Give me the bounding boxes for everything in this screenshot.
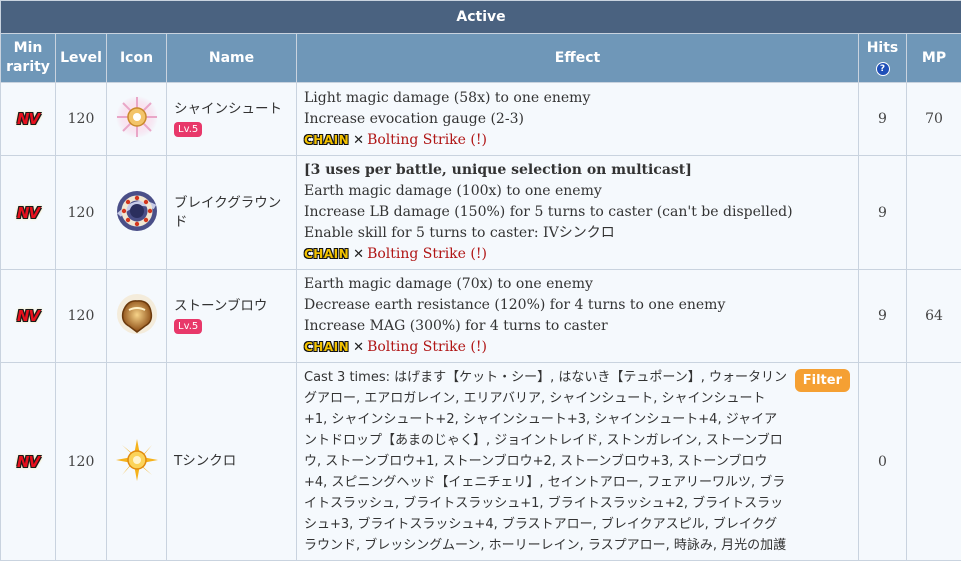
mp-cell: 64 <box>905 269 961 363</box>
icon-cell <box>106 269 167 363</box>
skill-name[interactable]: Tシンクロ <box>174 452 290 471</box>
hits-cell: 9 <box>858 82 907 156</box>
effect-header: [3 uses per battle, unique selection on … <box>304 162 692 178</box>
name-cell: シャインシュート Lv.5 <box>166 82 297 156</box>
col-name: Name <box>166 33 297 83</box>
chain-icon: CHAIN <box>304 247 350 261</box>
table-row: NV 120 シャインシュート Lv.5 Light magic damage … <box>0 82 961 156</box>
chain-line: CHAIN ✕ Bolting Strike (!) <box>304 130 850 151</box>
col-hits-label: Hits <box>866 40 899 56</box>
effect-long-text: Cast 3 times: はげます【ケット・シー】, はないき【テュポーン】,… <box>304 370 787 553</box>
col-min-rarity: Min rarity <box>0 33 56 83</box>
effect-cell: Light magic damage (58x) to one enemy In… <box>296 82 859 156</box>
cross-icon: ✕ <box>353 340 365 355</box>
mp-cell <box>905 362 961 561</box>
icon-cell <box>106 82 167 156</box>
earth-ring-icon <box>115 189 159 233</box>
chain-link[interactable]: Bolting Strike (!) <box>367 339 487 355</box>
level-cell: 120 <box>55 155 107 270</box>
mp-cell <box>905 155 961 270</box>
chain-icon: CHAIN <box>304 340 350 354</box>
hits-cell: 9 <box>858 269 907 363</box>
chain-link[interactable]: Bolting Strike (!) <box>367 132 487 148</box>
level-cell: 120 <box>55 269 107 363</box>
hits-cell: 0 <box>858 362 907 561</box>
nv-rarity-icon: NV <box>16 110 40 128</box>
chain-line: CHAIN ✕ Bolting Strike (!) <box>304 244 850 265</box>
table-row: NV 120 <box>0 362 961 561</box>
golden-starburst-icon <box>115 438 159 482</box>
skills-table: Active Min rarity Level Icon Name Effect… <box>0 0 961 561</box>
level-cell: 120 <box>55 82 107 156</box>
rarity-cell: NV <box>0 82 56 156</box>
level-badge: Lv.5 <box>174 122 203 137</box>
cross-icon: ✕ <box>353 132 365 148</box>
help-icon[interactable]: ? <box>875 62 890 76</box>
effect-line: Light magic damage (58x) to one enemy <box>304 89 591 106</box>
effect-cell: Filter Cast 3 times: はげます【ケット・シー】, はないき【… <box>296 362 859 561</box>
effect-line: Earth magic damage (100x) to one enemy <box>304 183 602 199</box>
chain-icon: CHAIN <box>304 132 350 147</box>
effect-line: Increase LB damage (150%) for 5 turns to… <box>304 204 793 220</box>
icon-cell <box>106 362 167 561</box>
mp-cell: 70 <box>905 82 961 156</box>
col-effect: Effect <box>296 33 859 83</box>
cross-icon: ✕ <box>353 247 365 262</box>
chain-link[interactable]: Bolting Strike (!) <box>367 246 487 262</box>
effect-line: Increase MAG (300%) for 4 turns to caste… <box>304 318 608 334</box>
rarity-cell: NV <box>0 269 56 363</box>
nv-rarity-icon: NV <box>16 203 40 222</box>
effect-cell: Earth magic damage (70x) to one enemy De… <box>296 269 859 363</box>
nv-rarity-icon: NV <box>16 307 40 325</box>
skill-name[interactable]: ストーンブロウ <box>174 297 290 316</box>
skill-name[interactable]: シャインシュート <box>174 100 290 119</box>
level-cell: 120 <box>55 362 107 561</box>
effect-line: Enable skill for 5 turns to caster: IVシン… <box>304 225 615 241</box>
radiant-light-burst-icon <box>115 95 159 139</box>
nv-rarity-icon: NV <box>16 452 40 471</box>
name-cell: Tシンクロ <box>166 362 297 561</box>
col-mp: MP <box>905 33 961 83</box>
effect-line: Decrease earth resistance (120%) for 4 t… <box>304 297 726 313</box>
filter-button[interactable]: Filter <box>794 369 850 392</box>
col-level: Level <box>55 33 107 83</box>
icon-cell <box>106 155 167 270</box>
table-row: NV 120 ストーンブロウ Lv.5 Earth magic damage (… <box>0 269 961 363</box>
section-title: Active <box>0 0 961 34</box>
chain-line: CHAIN ✕ Bolting Strike (!) <box>304 337 850 358</box>
rarity-cell: NV <box>0 155 56 270</box>
hits-cell: 9 <box>858 155 907 270</box>
effect-line: Increase evocation gauge (2-3) <box>304 110 524 127</box>
table-row: NV 120 <box>0 155 961 270</box>
col-hits: Hits ? <box>858 33 907 83</box>
level-badge: Lv.5 <box>174 319 203 334</box>
stone-fist-icon <box>115 292 159 336</box>
effect-line: Earth magic damage (70x) to one enemy <box>304 276 593 292</box>
name-cell: ストーンブロウ Lv.5 <box>166 269 297 363</box>
col-icon: Icon <box>106 33 167 83</box>
effect-cell: [3 uses per battle, unique selection on … <box>296 155 859 270</box>
skill-name[interactable]: ブレイクグラウンド <box>174 194 290 232</box>
rarity-cell: NV <box>0 362 56 561</box>
name-cell: ブレイクグラウンド <box>166 155 297 270</box>
